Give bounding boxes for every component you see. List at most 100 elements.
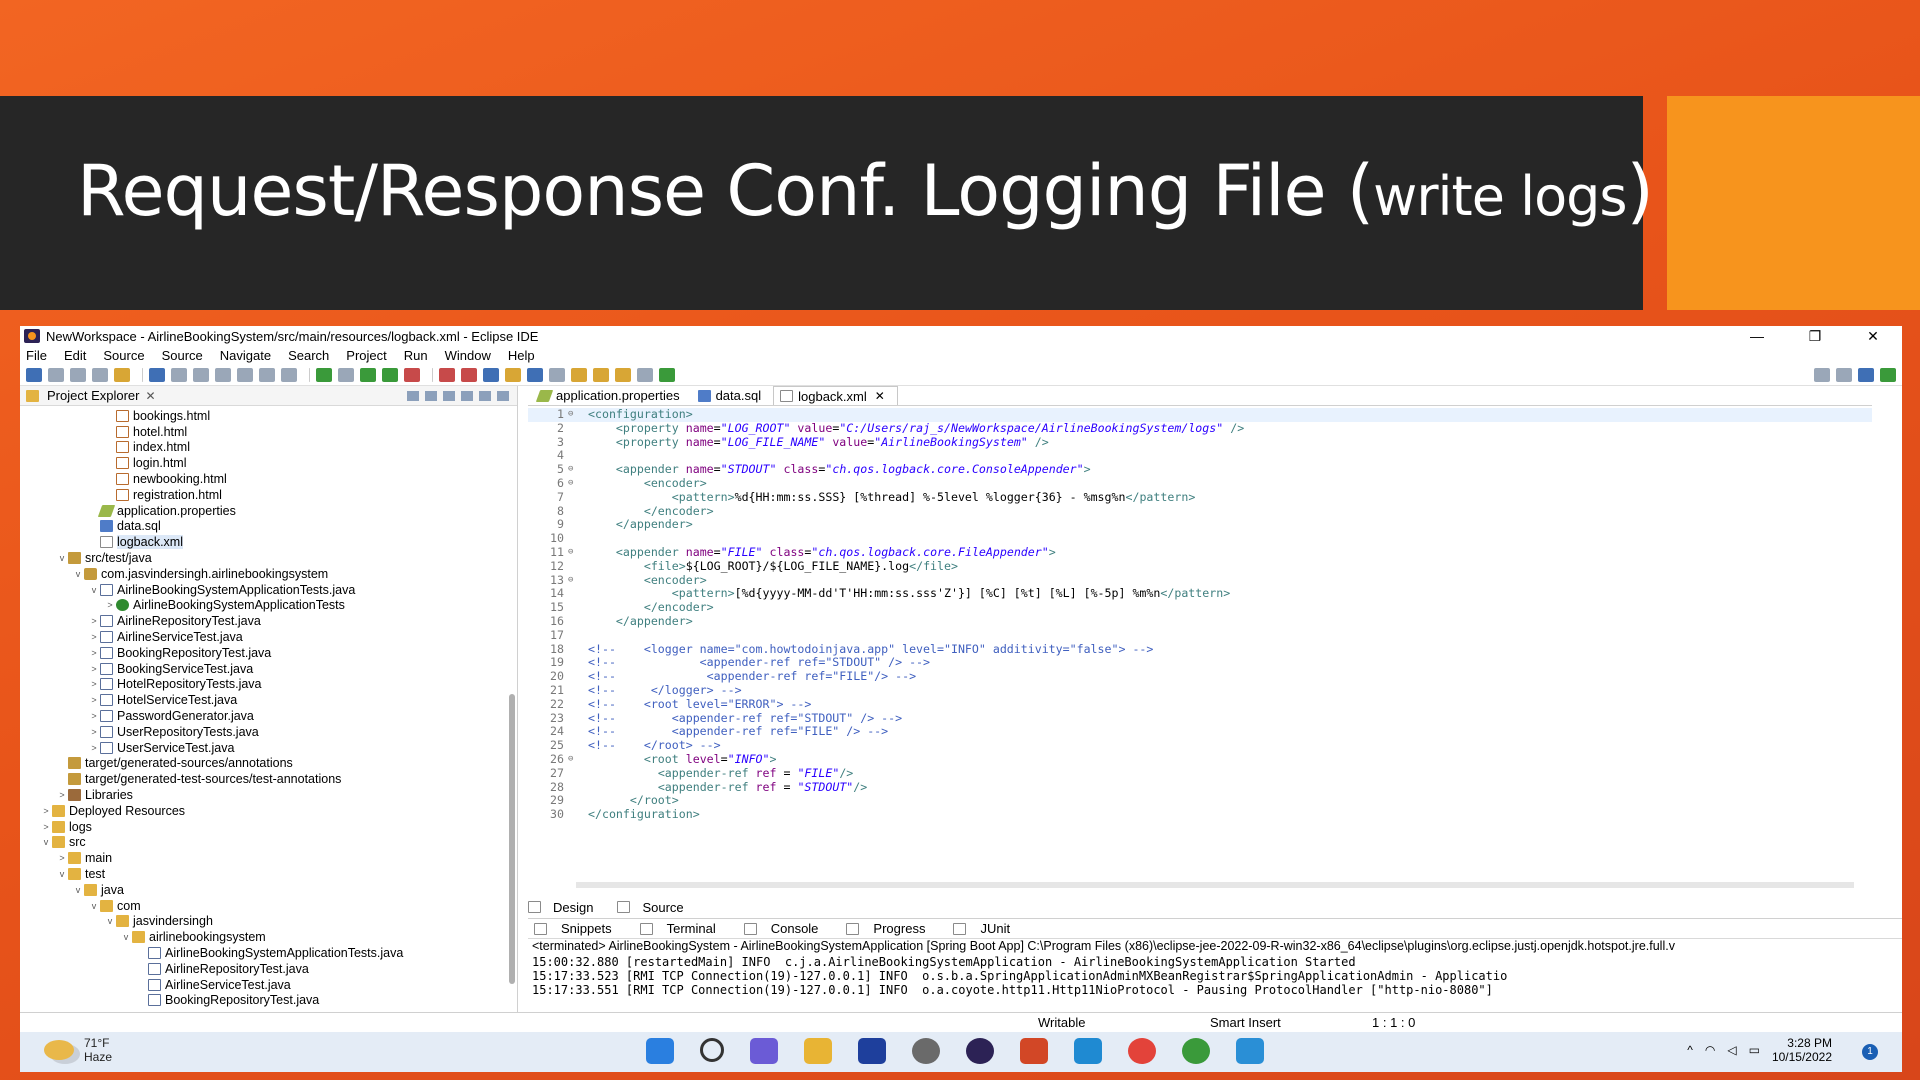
resume-icon[interactable] (193, 367, 209, 382)
spring-boot-icon[interactable] (316, 367, 332, 382)
notification-badge[interactable]: 1 (1862, 1044, 1878, 1060)
powerpoint-icon[interactable] (1020, 1038, 1048, 1064)
menu-item-edit[interactable]: Edit (64, 348, 86, 363)
tree-item[interactable]: BookingRepositoryTest.java (20, 992, 517, 1008)
tree-item[interactable]: bookings.html (20, 408, 517, 424)
tree-item[interactable]: v com.jasvindersingh.airlinebookingsystem (20, 566, 517, 582)
close-button[interactable]: ✕ (1844, 328, 1902, 345)
new-server-icon[interactable] (483, 367, 499, 382)
search-icon[interactable] (700, 1038, 724, 1062)
new-icon[interactable] (26, 367, 42, 382)
forward-icon[interactable] (637, 367, 653, 382)
fold-icon[interactable]: ⊖ (568, 546, 576, 560)
tab-terminal[interactable]: Terminal (639, 921, 730, 936)
filter-icon[interactable] (443, 390, 455, 401)
fold-icon[interactable]: ⊖ (568, 408, 576, 422)
tree-item[interactable]: data.sql (20, 519, 517, 535)
teams-icon[interactable] (750, 1038, 778, 1064)
chevron-right-icon[interactable]: > (88, 648, 100, 658)
previous-annotation-icon[interactable] (593, 367, 609, 382)
tree-item[interactable]: v jasvindersingh (20, 914, 517, 930)
tab-progress[interactable]: Progress (846, 921, 939, 936)
fold-icon[interactable]: ⊖ (568, 463, 576, 477)
widget-app-icon[interactable] (858, 1038, 886, 1064)
eclipse-taskbar-icon[interactable] (966, 1038, 994, 1064)
menu-item-file[interactable]: File (26, 348, 47, 363)
tree-item[interactable]: > logs (20, 819, 517, 835)
menu-item-navigate[interactable]: Navigate (220, 348, 271, 363)
tree-item[interactable]: newbooking.html (20, 471, 517, 487)
project-explorer-tab[interactable]: Project Explorer ✕ (20, 386, 517, 406)
clock[interactable]: 3:28 PM 10/15/2022 (1772, 1036, 1832, 1064)
search-web-icon[interactable] (527, 367, 543, 382)
chevron-down-icon[interactable]: v (88, 901, 100, 911)
chevron-down-icon[interactable]: v (40, 837, 52, 847)
tree-item[interactable]: > Libraries (20, 787, 517, 803)
tree-item[interactable]: v src/test/java (20, 550, 517, 566)
skip-breakpoints-icon[interactable] (171, 367, 187, 382)
wifi-icon[interactable]: ◠ (1705, 1043, 1715, 1057)
next-annotation-icon[interactable] (571, 367, 587, 382)
back-icon[interactable] (615, 367, 631, 382)
tree-item[interactable]: > HotelServiceTest.java (20, 692, 517, 708)
restore-button[interactable]: ❐ (1786, 328, 1844, 345)
open-task-icon[interactable] (505, 367, 521, 382)
tree-item[interactable]: > BookingServiceTest.java (20, 661, 517, 677)
menu-item-run[interactable]: Run (404, 348, 428, 363)
tree-item[interactable]: AirlineServiceTest.java (20, 977, 517, 993)
view-menu-icon[interactable] (461, 390, 473, 401)
chevron-down-icon[interactable]: v (104, 916, 116, 926)
chevron-up-icon[interactable]: ^ (1687, 1043, 1693, 1057)
menu-item-help[interactable]: Help (508, 348, 535, 363)
chevron-right-icon[interactable]: > (104, 600, 116, 610)
menu-item-search[interactable]: Search (288, 348, 329, 363)
tree-item[interactable]: index.html (20, 440, 517, 456)
debug-icon[interactable] (338, 367, 354, 382)
chevron-down-icon[interactable]: v (72, 885, 84, 895)
tree-item[interactable]: v test (20, 866, 517, 882)
tree-item[interactable]: > HotelRepositoryTests.java (20, 677, 517, 693)
tree-item[interactable]: AirlineBookingSystemApplicationTests.jav… (20, 945, 517, 961)
deploy-icon[interactable] (461, 367, 477, 382)
start-icon[interactable] (646, 1038, 674, 1064)
chevron-right-icon[interactable]: > (88, 664, 100, 674)
tab-console[interactable]: Console (743, 921, 833, 936)
menu-item-project[interactable]: Project (346, 348, 386, 363)
tree-item[interactable]: > AirlineRepositoryTest.java (20, 613, 517, 629)
battery-icon[interactable]: ▭ (1749, 1043, 1760, 1057)
tree-item[interactable]: v airlinebookingsystem (20, 929, 517, 945)
external-tools-icon[interactable] (404, 367, 420, 382)
save-all-icon[interactable] (70, 367, 86, 382)
chevron-right-icon[interactable]: > (40, 822, 52, 832)
tree-item[interactable]: v com (20, 898, 517, 914)
tree-item[interactable]: v AirlineBookingSystemApplicationTests.ja… (20, 582, 517, 598)
tree-item[interactable]: logback.xml (20, 534, 517, 550)
chevron-right-icon[interactable]: > (88, 679, 100, 689)
editor-tab[interactable]: data.sql (692, 386, 774, 405)
chevron-right-icon[interactable]: > (88, 743, 100, 753)
chevron-down-icon[interactable]: v (56, 869, 68, 879)
tree-item[interactable]: > PasswordGenerator.java (20, 708, 517, 724)
pin-editor-icon[interactable] (659, 367, 675, 382)
tree-item[interactable]: > UserServiceTest.java (20, 740, 517, 756)
hs-app-icon[interactable] (1182, 1038, 1210, 1064)
tree-item[interactable]: registration.html (20, 487, 517, 503)
tree-item[interactable]: > Deployed Resources (20, 803, 517, 819)
coverage-icon[interactable] (382, 367, 398, 382)
tree-item[interactable]: login.html (20, 455, 517, 471)
suspend-icon[interactable] (215, 367, 231, 382)
chevron-right-icon[interactable]: > (56, 790, 68, 800)
tree-item[interactable]: v src (20, 835, 517, 851)
menu-item-window[interactable]: Window (445, 348, 491, 363)
chevron-down-icon[interactable]: v (120, 932, 132, 942)
volume-icon[interactable]: ◁ (1727, 1043, 1736, 1057)
fold-icon[interactable]: ⊖ (568, 753, 576, 767)
print-icon[interactable] (92, 367, 108, 382)
weather-widget[interactable]: 71°F Haze (44, 1036, 112, 1064)
step-into-icon[interactable] (259, 367, 275, 382)
tree-item[interactable]: AirlineRepositoryTest.java (20, 961, 517, 977)
menu-item-source[interactable]: Source (103, 348, 144, 363)
tree-item[interactable]: > AirlineServiceTest.java (20, 629, 517, 645)
terminal-icon[interactable] (149, 367, 165, 382)
chevron-down-icon[interactable]: v (88, 585, 100, 595)
